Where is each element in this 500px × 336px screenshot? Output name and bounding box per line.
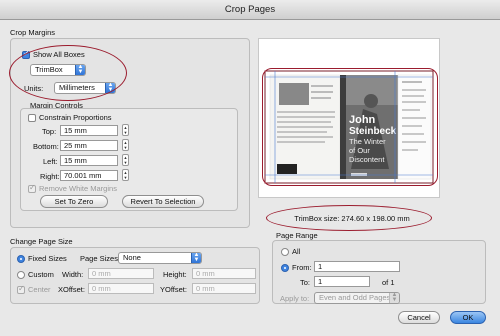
bottom-stepper[interactable]: ▲ ▼	[122, 139, 129, 151]
change-page-size-title: Change Page Size	[10, 237, 73, 246]
preview-canvas: John Steinbeck The Winter of Our Discont…	[264, 70, 434, 184]
box-type-select[interactable]: TrimBox ▲ ▼	[30, 64, 86, 76]
cover-title-3: Discontent	[349, 155, 385, 164]
fixed-sizes-label: Fixed Sizes	[28, 254, 67, 263]
trimbox-size-label: TrimBox size: 274.60 x 198.00 mm	[294, 214, 410, 223]
box-type-value: TrimBox	[35, 65, 63, 74]
apply-to-value: Even and Odd Pages	[319, 293, 391, 302]
left-stepper[interactable]: ▲ ▼	[122, 154, 129, 166]
width-label: Width:	[62, 270, 84, 279]
units-select[interactable]: Millimeters ▲ ▼	[54, 82, 116, 94]
custom-label: Custom	[28, 270, 54, 279]
select-arrows-icon: ▲ ▼	[389, 293, 399, 303]
xoffset-label: XOffset:	[58, 285, 85, 294]
cover-author-2: Steinbeck	[349, 126, 397, 137]
xoffset-field[interactable]: 0 mm	[88, 283, 154, 294]
from-label: From:	[292, 263, 312, 272]
right-stepper[interactable]: ▲ ▼	[122, 169, 129, 181]
remove-white-margins-label: Remove White Margins	[39, 184, 117, 193]
bottom-field[interactable]: 25 mm	[60, 140, 118, 151]
cover-title-1: The Winter	[349, 137, 386, 146]
from-radio[interactable]	[281, 264, 289, 272]
all-pages-label: All	[292, 247, 301, 256]
page-sizes-select[interactable]: None ▲ ▼	[118, 252, 202, 264]
constrain-proportions-checkbox[interactable]	[28, 114, 36, 122]
yoffset-label: YOffset:	[160, 285, 187, 294]
center-label: Center	[28, 285, 51, 294]
apply-to-select[interactable]: Even and Odd Pages ▲ ▼	[314, 292, 400, 304]
back-cover-photo	[279, 83, 309, 105]
barcode	[277, 164, 297, 174]
custom-radio[interactable]	[17, 271, 25, 279]
title-bar: Crop Pages	[0, 0, 500, 20]
page-range-title: Page Range	[276, 231, 318, 240]
window-title: Crop Pages	[224, 4, 276, 15]
width-field[interactable]: 0 mm	[88, 268, 154, 279]
all-pages-radio[interactable]	[281, 248, 289, 256]
constrain-proportions-label: Constrain Proportions	[39, 113, 112, 122]
set-to-zero-button[interactable]: Set To Zero	[40, 195, 108, 208]
of-total-label: of 1	[382, 278, 395, 287]
ok-button[interactable]: OK	[450, 311, 486, 324]
units-label: Units:	[24, 84, 44, 93]
select-arrows-icon: ▲ ▼	[191, 253, 201, 263]
page-sizes-label: Page Sizes:	[80, 254, 121, 263]
height-label: Height:	[163, 270, 187, 279]
right-label: Right:	[40, 172, 60, 181]
center-checkbox[interactable]	[17, 284, 25, 294]
left-field[interactable]: 15 mm	[60, 155, 118, 166]
to-field[interactable]: 1	[314, 276, 370, 287]
page-sizes-value: None	[123, 253, 141, 262]
right-field[interactable]: 70.001 mm	[60, 170, 118, 181]
left-label: Left:	[43, 157, 58, 166]
select-arrows-icon: ▲ ▼	[105, 83, 115, 93]
cover-title-2: of Our	[349, 146, 370, 155]
show-all-boxes-label: Show All Boxes	[33, 50, 85, 59]
top-label: Top:	[42, 127, 57, 136]
revert-to-selection-button[interactable]: Revert To Selection	[122, 195, 204, 208]
units-value: Millimeters	[59, 83, 95, 92]
show-all-boxes-checkbox[interactable]	[22, 49, 30, 59]
bottom-label: Bottom:	[33, 142, 59, 151]
crop-margins-title: Crop Margins	[10, 28, 56, 37]
page-preview: John Steinbeck The Winter of Our Discont…	[258, 38, 440, 198]
top-stepper[interactable]: ▲ ▼	[122, 124, 129, 136]
select-arrows-icon: ▲ ▼	[75, 65, 85, 75]
remove-white-margins-checkbox[interactable]	[28, 183, 36, 193]
yoffset-field[interactable]: 0 mm	[192, 283, 256, 294]
top-field[interactable]: 15 mm	[60, 125, 118, 136]
fixed-sizes-radio[interactable]	[17, 255, 25, 263]
apply-to-label: Apply to:	[280, 294, 310, 303]
cancel-button[interactable]: Cancel	[398, 311, 440, 324]
height-field[interactable]: 0 mm	[192, 268, 256, 279]
from-field[interactable]: 1	[314, 261, 400, 272]
to-label: To:	[300, 278, 311, 287]
spine	[340, 75, 346, 179]
cover-author-1: John	[349, 114, 376, 126]
